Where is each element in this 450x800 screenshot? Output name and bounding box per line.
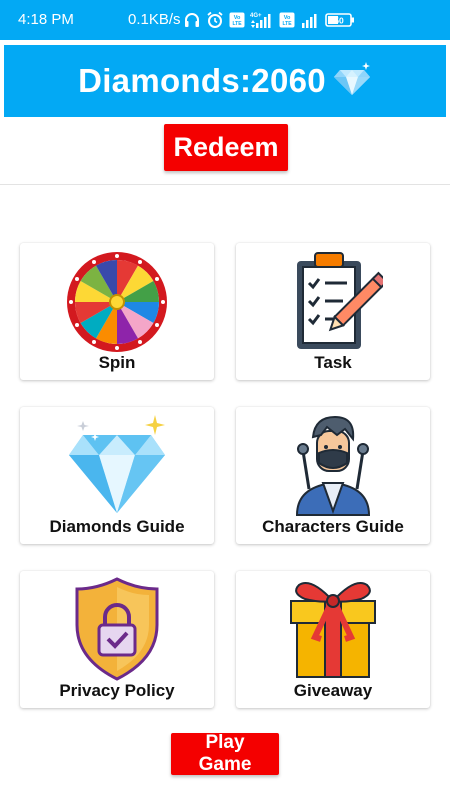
signal-icon: [300, 11, 320, 29]
status-time: 4:18 PM: [18, 11, 74, 28]
diamond-icon: [61, 407, 173, 522]
task-label: Task: [314, 353, 352, 372]
giveaway-label: Giveaway: [293, 681, 373, 700]
diamonds-guide-card[interactable]: Diamonds Guide: [20, 407, 214, 544]
play-game-button[interactable]: Play Game: [171, 732, 279, 775]
volte-icon: Vo LTE: [279, 12, 295, 28]
diamond-icon: [332, 60, 372, 103]
privacy-policy-label: Privacy Policy: [59, 681, 175, 700]
characters-guide-card[interactable]: Characters Guide: [236, 407, 430, 544]
status-bar: 4:18 PM 0.1KB/s Vo LTE 4G+ Vo LTE 50: [0, 0, 450, 40]
diamonds-balance: Diamonds:2060: [78, 62, 326, 99]
headphones-icon: [183, 11, 201, 29]
diamonds-guide-label: Diamonds Guide: [49, 517, 185, 536]
characters-guide-label: Characters Guide: [262, 517, 404, 536]
signal-icon: 4G+: [250, 11, 274, 29]
status-icons: Vo LTE 4G+ Vo LTE 50: [183, 9, 355, 31]
svg-text:LTE: LTE: [232, 21, 242, 27]
battery-level: 50: [334, 16, 344, 26]
prize-wheel-icon: [62, 243, 172, 360]
giveaway-card[interactable]: Giveaway: [236, 571, 430, 708]
header-banner: Diamonds:2060: [4, 45, 446, 117]
volte-icon: Vo LTE: [229, 12, 245, 28]
task-card[interactable]: Task: [236, 243, 430, 380]
status-net-speed: 0.1KB/s: [128, 11, 181, 28]
svg-text:LTE: LTE: [282, 21, 292, 27]
redeem-button[interactable]: Redeem: [164, 124, 288, 171]
privacy-policy-card[interactable]: Privacy Policy: [20, 571, 214, 708]
gift-box-icon: [281, 571, 385, 686]
divider: [0, 184, 450, 185]
alarm-icon: [206, 11, 224, 29]
shield-lock-icon: [67, 571, 167, 688]
network-label: 4G+: [250, 13, 262, 19]
clipboard-checklist-icon: [283, 243, 389, 358]
spin-label: Spin: [98, 353, 136, 372]
spin-card[interactable]: Spin: [20, 243, 214, 380]
battery-icon: 50: [325, 12, 355, 28]
character-avatar-icon: [283, 407, 383, 522]
